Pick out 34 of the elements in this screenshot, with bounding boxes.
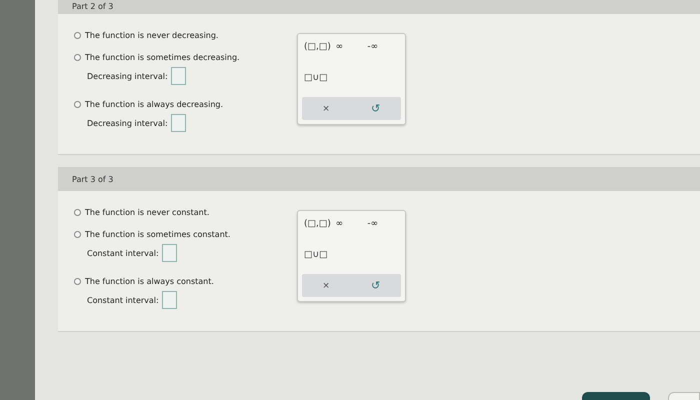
part-title: Part 3 of 3 xyxy=(72,174,114,184)
field-label: Constant interval: xyxy=(87,296,159,304)
part-title: Part 2 of 3 xyxy=(72,2,114,11)
option-label: The function is sometimes decreasing. xyxy=(85,52,240,62)
answer-box[interactable] xyxy=(162,291,177,309)
field-label: Constant interval: xyxy=(87,248,159,258)
answer-box[interactable] xyxy=(162,244,177,262)
answer-box[interactable] xyxy=(170,67,186,85)
answer-box[interactable] xyxy=(170,114,186,132)
radio-button[interactable] xyxy=(74,208,81,216)
option-label: The function is sometimes constant. xyxy=(85,230,230,238)
option-label: The function is never constant. xyxy=(85,208,210,216)
radio-button[interactable] xyxy=(74,230,81,238)
palette-key[interactable]: -∞ xyxy=(367,42,378,52)
field-label: Decreasing interval: xyxy=(87,72,168,80)
undo-button[interactable]: ↺ xyxy=(371,102,380,115)
option-label: The function is always decreasing. xyxy=(85,100,224,108)
palette-key[interactable]: ∞ xyxy=(336,42,344,52)
palette-key[interactable]: -∞ xyxy=(367,219,378,229)
palette-key[interactable]: □∪□ xyxy=(304,72,328,82)
field-label: Decreasing interval: xyxy=(87,118,168,128)
undo-button[interactable]: ↺ xyxy=(371,279,380,292)
clear-button[interactable]: × xyxy=(322,102,330,114)
clear-button[interactable]: × xyxy=(322,280,330,292)
radio-button[interactable] xyxy=(74,100,81,108)
radio-button[interactable] xyxy=(74,54,81,60)
palette-key[interactable]: □∪□ xyxy=(304,250,328,260)
option-label: The function is never decreasing. xyxy=(85,30,218,40)
palette-key[interactable]: (□,□) xyxy=(304,42,331,52)
radio-button[interactable] xyxy=(74,32,81,38)
radio-button[interactable] xyxy=(74,278,81,284)
option-label: The function is always constant. xyxy=(85,276,214,286)
palette-key[interactable]: (□,□) xyxy=(304,219,331,229)
palette-key[interactable]: ∞ xyxy=(336,219,344,229)
